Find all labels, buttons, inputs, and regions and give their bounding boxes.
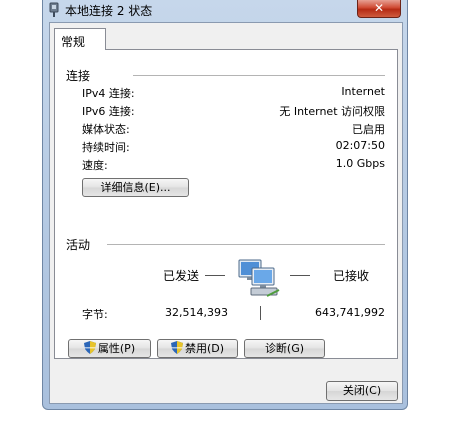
sent-connector-line <box>205 275 225 276</box>
window-title: 本地连接 2 状态 <box>65 4 153 18</box>
speed-value: 1.0 Gbps <box>335 157 385 170</box>
disable-button[interactable]: 禁用(D) <box>157 339 238 358</box>
received-label: 已接收 <box>333 269 370 283</box>
properties-button-label: 属性(P) <box>97 342 136 355</box>
close-window-button[interactable]: ✕ <box>357 0 401 18</box>
connection-group-divider <box>133 75 385 76</box>
dialog-client-area: 常规 连接 IPv4 连接: Internet IPv6 连接: 无 Inter… <box>49 22 403 404</box>
ipv4-label: IPv4 连接: <box>82 87 135 100</box>
activity-center-line <box>260 306 261 320</box>
tab-general[interactable]: 常规 <box>54 28 106 50</box>
network-computers-icon <box>238 259 280 297</box>
ipv6-value: 无 Internet 访问权限 <box>279 105 385 118</box>
speed-label: 速度: <box>82 159 108 172</box>
duration-value: 02:07:50 <box>335 139 385 152</box>
activity-group-divider <box>107 244 385 245</box>
network-adapter-icon <box>49 2 59 17</box>
uac-shield-icon <box>170 341 183 354</box>
properties-button[interactable]: 属性(P) <box>68 339 151 358</box>
bytes-received-value: 643,741,992 <box>315 306 385 319</box>
media-state-label: 媒体状态: <box>82 123 130 136</box>
bytes-label: 字节: <box>82 308 108 321</box>
bytes-sent-value: 32,514,393 <box>165 306 228 319</box>
media-state-value: 已启用 <box>352 123 385 136</box>
uac-shield-icon <box>83 341 96 354</box>
ipv6-label: IPv6 连接: <box>82 105 135 118</box>
connection-group-title: 连接 <box>66 69 91 83</box>
general-tab-panel: 连接 IPv4 连接: Internet IPv6 连接: 无 Internet… <box>54 49 398 359</box>
title-bar[interactable]: 本地连接 2 状态 ✕ <box>43 0 407 22</box>
dialog-window: 本地连接 2 状态 ✕ 常规 连接 IPv4 连接: Internet IPv6… <box>42 0 408 410</box>
received-connector-line <box>290 275 310 276</box>
duration-label: 持续时间: <box>82 141 130 154</box>
ipv4-value: Internet <box>341 85 385 98</box>
close-button[interactable]: 关闭(C) <box>326 381 398 401</box>
activity-group-title: 活动 <box>66 238 91 252</box>
details-button[interactable]: 详细信息(E)... <box>82 178 189 197</box>
sent-label: 已发送 <box>163 269 200 283</box>
disable-button-label: 禁用(D) <box>184 342 225 355</box>
diagnose-button[interactable]: 诊断(G) <box>244 339 325 358</box>
